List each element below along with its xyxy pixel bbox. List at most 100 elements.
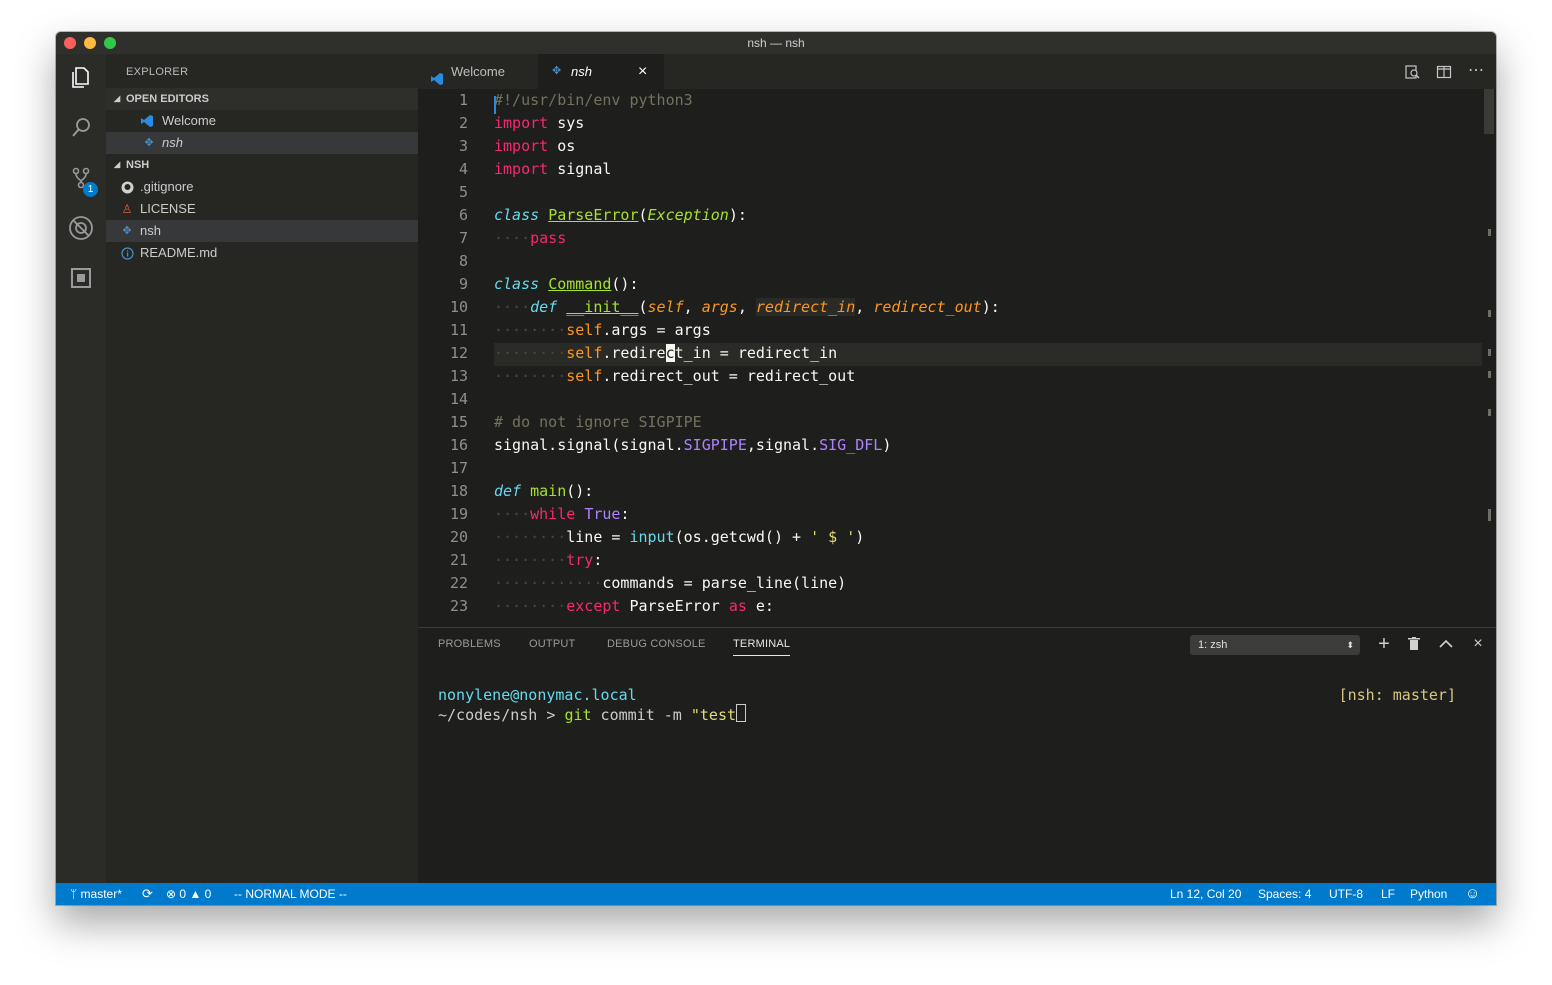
split-editor-icon[interactable] [1436,64,1452,85]
tab-output[interactable]: OUTPUT [529,638,575,650]
chevron-down-icon: ◢ [114,160,121,169]
code-line: ········self.redirect_in = redirect_in [494,344,838,362]
file-item[interactable]: ♙ LICENSE [106,198,418,220]
source-control-activity[interactable]: 1 [56,158,106,198]
open-editor-item[interactable]: ✥ nsh [106,132,418,154]
add-terminal-icon[interactable]: + [1374,633,1394,655]
cursor-position[interactable]: Ln 12, Col 20 [1170,883,1241,905]
license-icon: ♙ [121,202,133,216]
code-line: ············commands = parse_line(line) [494,574,847,592]
line-number: 12 [449,344,468,362]
open-editor-item[interactable]: Welcome [106,110,418,132]
terminal-cursor [736,704,747,722]
tab-label: Welcome [451,64,505,79]
editor-group: Welcome ✥ nsh × ⋯ 1 2 3 4 5 6 7 8 9 10 11 12 13 14 15 1… [418,54,1496,627]
bottom-panel: PROBLEMS OUTPUT DEBUG CONSOLE TERMINAL 1… [418,627,1496,884]
prompt-host: nonylene@nonymac.local [438,686,637,704]
file-label: LICENSE [140,201,196,216]
github-icon [120,180,134,194]
terminal-git-status: [nsh: master] [1338,686,1456,704]
terminal-select[interactable]: 1: zsh ⬍ [1190,635,1360,655]
close-panel-icon[interactable]: × [1468,634,1488,654]
problems-status[interactable]: ⊗ 0 ▲ 0 [166,883,211,905]
line-number: 13 [449,367,468,385]
line-number: 16 [449,436,468,454]
line-number: 3 [458,137,468,155]
extensions-activity[interactable] [56,258,106,298]
overview-ruler[interactable] [1482,89,1496,627]
tab-welcome[interactable]: Welcome [418,54,538,89]
git-branch-icon: ᛘ [70,887,78,901]
line-number: 18 [449,482,468,500]
code-line: ········try: [494,551,603,569]
ruler-mark [1488,409,1491,416]
ruler-mark [1488,509,1491,521]
debug-icon [69,216,93,240]
code-line: ········line = input(os.getcwd() + ' $ '… [494,528,865,546]
line-number: 19 [449,505,468,523]
line-number: 14 [449,390,468,408]
scroll-thumb[interactable] [1484,89,1494,134]
tab-problems[interactable]: PROBLEMS [438,638,501,650]
language-mode[interactable]: Python [1410,883,1447,905]
vscode-icon [140,114,154,128]
search-icon [72,118,90,137]
python-icon: ✥ [122,225,132,237]
chevron-up-icon[interactable] [1436,634,1456,654]
file-label: .gitignore [140,179,194,194]
status-bar: ᛘ master* ⟳ ⊗ 0 ▲ 0 -- NORMAL MODE -- Ln… [56,883,1496,905]
code-line: signal.signal(signal.SIGPIPE,signal.SIG_… [494,436,892,454]
open-editor-label: Welcome [162,113,216,128]
code-line: import sys [494,114,585,132]
explorer-activity[interactable] [56,58,106,98]
branch-label: master* [80,887,122,901]
line-number: 21 [449,551,468,569]
file-label: nsh [140,223,161,238]
tab-terminal[interactable]: TERMINAL [733,638,791,656]
file-item[interactable]: README.md [106,242,418,264]
line-number: 23 [449,597,468,615]
nsh-folder-section[interactable]: ◢ NSH [106,154,418,176]
code-line: import os [494,137,576,155]
trash-icon[interactable] [1404,634,1424,654]
line-number: 4 [458,160,468,178]
extensions-icon [71,268,91,288]
close-tab-icon[interactable]: × [638,54,647,89]
tab-bar: Welcome ✥ nsh × ⋯ [418,54,1496,89]
open-editors-section[interactable]: ◢ OPEN EDITORS [106,88,418,110]
code-line: class Command(): [494,275,639,293]
file-item[interactable]: ✥ nsh [106,220,418,242]
line-number: 2 [458,114,468,132]
line-number: 22 [449,574,468,592]
tab-nsh[interactable]: ✥ nsh × [538,54,664,89]
tab-debug-console[interactable]: DEBUG CONSOLE [607,638,706,650]
code-line: ········self.args = args [494,321,711,339]
open-editors-label: OPEN EDITORS [126,93,209,105]
ruler-mark [1488,229,1491,236]
file-label: README.md [140,245,218,260]
chevron-down-icon: ◢ [114,94,121,103]
terminal-output[interactable]: nonylene@nonymac.local ~/codes/nsh > git… [438,686,747,724]
open-changes-icon[interactable] [1404,64,1420,85]
code-editor[interactable]: 1 2 3 4 5 6 7 8 9 10 11 12 13 14 15 16 17 18 19 20 21 22 23 #!… [418,89,1482,627]
end-of-line[interactable]: LF [1381,883,1395,905]
encoding[interactable]: UTF-8 [1329,883,1363,905]
select-arrows-icon: ⬍ [1346,640,1354,650]
error-icon: ⊗ [166,887,177,901]
command-string: "test [690,706,737,724]
sync-icon[interactable]: ⟳ [142,883,153,905]
file-item[interactable]: .gitignore [106,176,418,198]
debug-activity[interactable] [56,208,106,248]
code-line: ········except ParseError as e: [494,597,774,615]
ruler-mark [1488,349,1491,356]
search-activity[interactable] [56,108,106,148]
more-actions-icon[interactable]: ⋯ [1468,60,1484,80]
line-number: 5 [458,183,468,201]
window-title: nsh — nsh [747,36,805,50]
indentation[interactable]: Spaces: 4 [1258,883,1311,905]
tab-label: nsh [571,64,592,79]
code-line: ····while True: [494,505,630,523]
line-number: 9 [458,275,468,293]
smiley-feedback-icon[interactable]: ☺ [1465,883,1480,905]
branch-status[interactable]: ᛘ master* [70,883,122,905]
